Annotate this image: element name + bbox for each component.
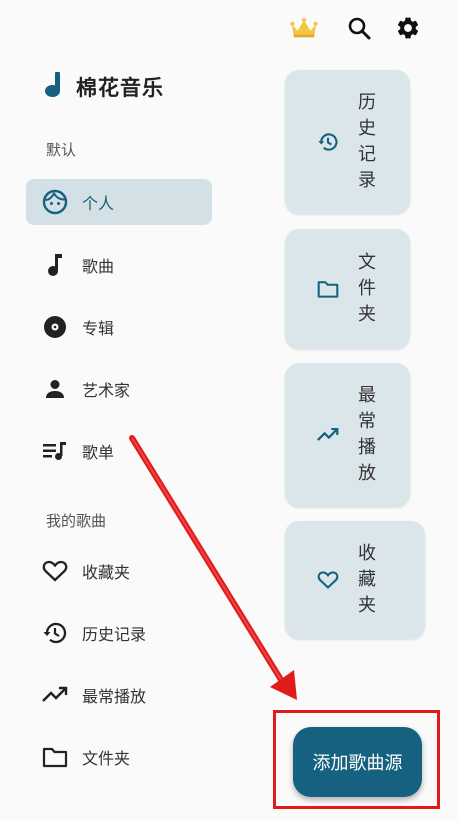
- sidebar-item-songs[interactable]: 歌曲: [26, 242, 212, 288]
- history-icon: [316, 130, 340, 154]
- app-header: 棉花音乐: [44, 72, 164, 102]
- folder-icon: [42, 744, 68, 770]
- sidebar-item-playlists[interactable]: 歌单: [26, 428, 212, 474]
- trending-icon: [316, 423, 340, 447]
- history-icon: [42, 620, 68, 646]
- sidebar-item-personal[interactable]: 个人: [26, 179, 212, 225]
- sidebar-item-most-played[interactable]: 最常播放: [26, 672, 212, 718]
- person-icon: [42, 376, 68, 402]
- sidebar-item-folders[interactable]: 文件夹: [26, 734, 212, 780]
- card-most-played[interactable]: 最常播放: [285, 363, 410, 507]
- app-logo-icon: [44, 72, 64, 102]
- trending-icon: [42, 682, 68, 708]
- heart-icon: [42, 558, 68, 584]
- card-folders[interactable]: 文件夹: [285, 229, 410, 349]
- section-default-label: 默认: [46, 141, 77, 159]
- sidebar-item-label: 个人: [82, 194, 115, 213]
- playlist-icon: [42, 438, 68, 464]
- heart-icon: [316, 568, 340, 592]
- sidebar-item-label: 艺术家: [82, 381, 131, 400]
- sidebar-item-label: 歌单: [82, 443, 115, 462]
- card-history[interactable]: 历史记录: [285, 70, 410, 214]
- sidebar-item-history[interactable]: 历史记录: [26, 610, 212, 656]
- sidebar-item-artists[interactable]: 艺术家: [26, 366, 212, 412]
- sidebar-item-label: 最常播放: [82, 687, 147, 706]
- app-title: 棉花音乐: [76, 76, 164, 100]
- card-label: 文件夹: [358, 252, 376, 325]
- sidebar-item-label: 历史记录: [82, 625, 147, 644]
- sidebar-item-label: 收藏夹: [82, 563, 131, 582]
- crown-icon[interactable]: [290, 14, 318, 42]
- face-icon: [42, 189, 68, 215]
- annotation-highlight-box: [273, 710, 440, 809]
- sidebar-item-label: 文件夹: [82, 749, 131, 768]
- card-favorites[interactable]: 收藏夹: [285, 521, 425, 639]
- search-icon[interactable]: [345, 14, 373, 42]
- sidebar-item-favorites[interactable]: 收藏夹: [26, 548, 212, 594]
- gear-icon[interactable]: [394, 14, 422, 42]
- music-note-icon: [42, 252, 68, 278]
- sidebar-item-label: 专辑: [82, 319, 115, 338]
- card-label: 收藏夹: [358, 543, 376, 616]
- card-label: 历史记录: [358, 92, 376, 191]
- card-label: 最常播放: [358, 385, 376, 484]
- folder-icon: [316, 277, 340, 301]
- sidebar-item-albums[interactable]: 专辑: [26, 304, 212, 350]
- sidebar-item-label: 歌曲: [82, 257, 115, 276]
- section-my-songs-label: 我的歌曲: [46, 512, 107, 530]
- album-icon: [42, 314, 68, 340]
